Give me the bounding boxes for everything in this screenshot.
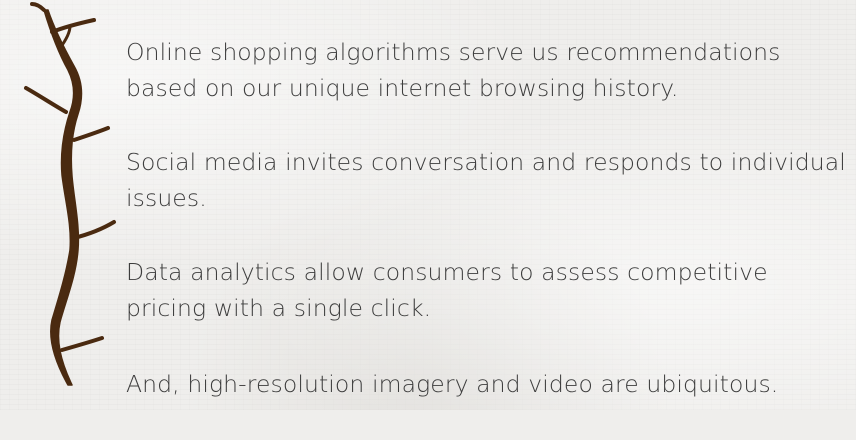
paragraph-shopping-algorithms: Online shopping algorithms serve us reco… <box>126 38 781 102</box>
paragraph-data-analytics: Data analytics allow consumers to assess… <box>126 258 768 322</box>
bullet-text-block: Online shopping algorithms serve us reco… <box>126 34 851 440</box>
paragraph-imagery-video: And, high-resolution imagery and video a… <box>126 370 779 398</box>
tree-branch-icon <box>24 2 116 386</box>
paragraph-social-media: Social media invites conversation and re… <box>126 148 846 212</box>
